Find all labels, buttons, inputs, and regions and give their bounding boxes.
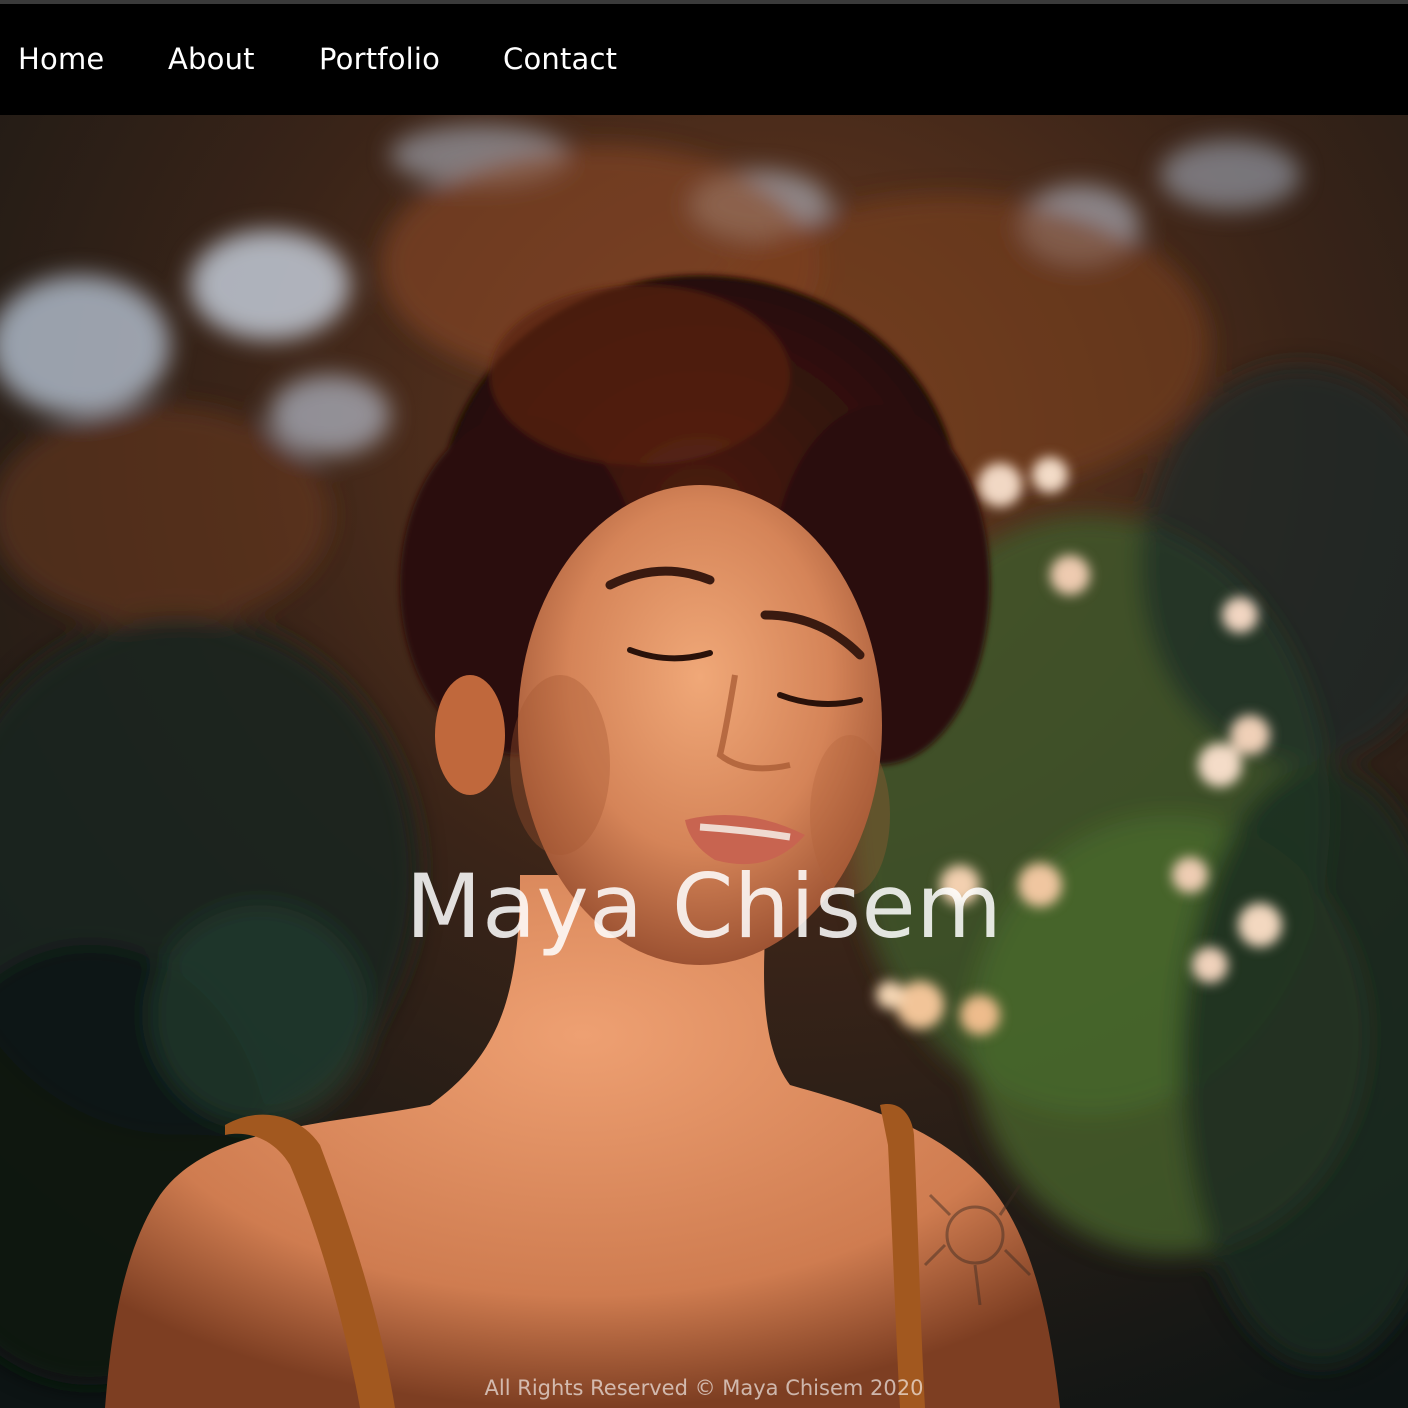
hero-section: Maya Chisem — [0, 115, 1408, 1408]
nav-link-about[interactable]: About — [168, 42, 255, 76]
nav-link-contact[interactable]: Contact — [503, 42, 617, 76]
hero-portrait-image — [0, 115, 1408, 1408]
page: Home About Portfolio Contact Maya Chisem… — [0, 0, 1408, 1408]
footer-copyright: All Rights Reserved © Maya Chisem 2020 — [484, 1376, 924, 1400]
hero-title: Maya Chisem — [405, 855, 1003, 958]
nav-link-portfolio[interactable]: Portfolio — [319, 42, 440, 76]
nav-link-home[interactable]: Home — [18, 42, 104, 76]
top-navbar: Home About Portfolio Contact — [0, 4, 1408, 115]
